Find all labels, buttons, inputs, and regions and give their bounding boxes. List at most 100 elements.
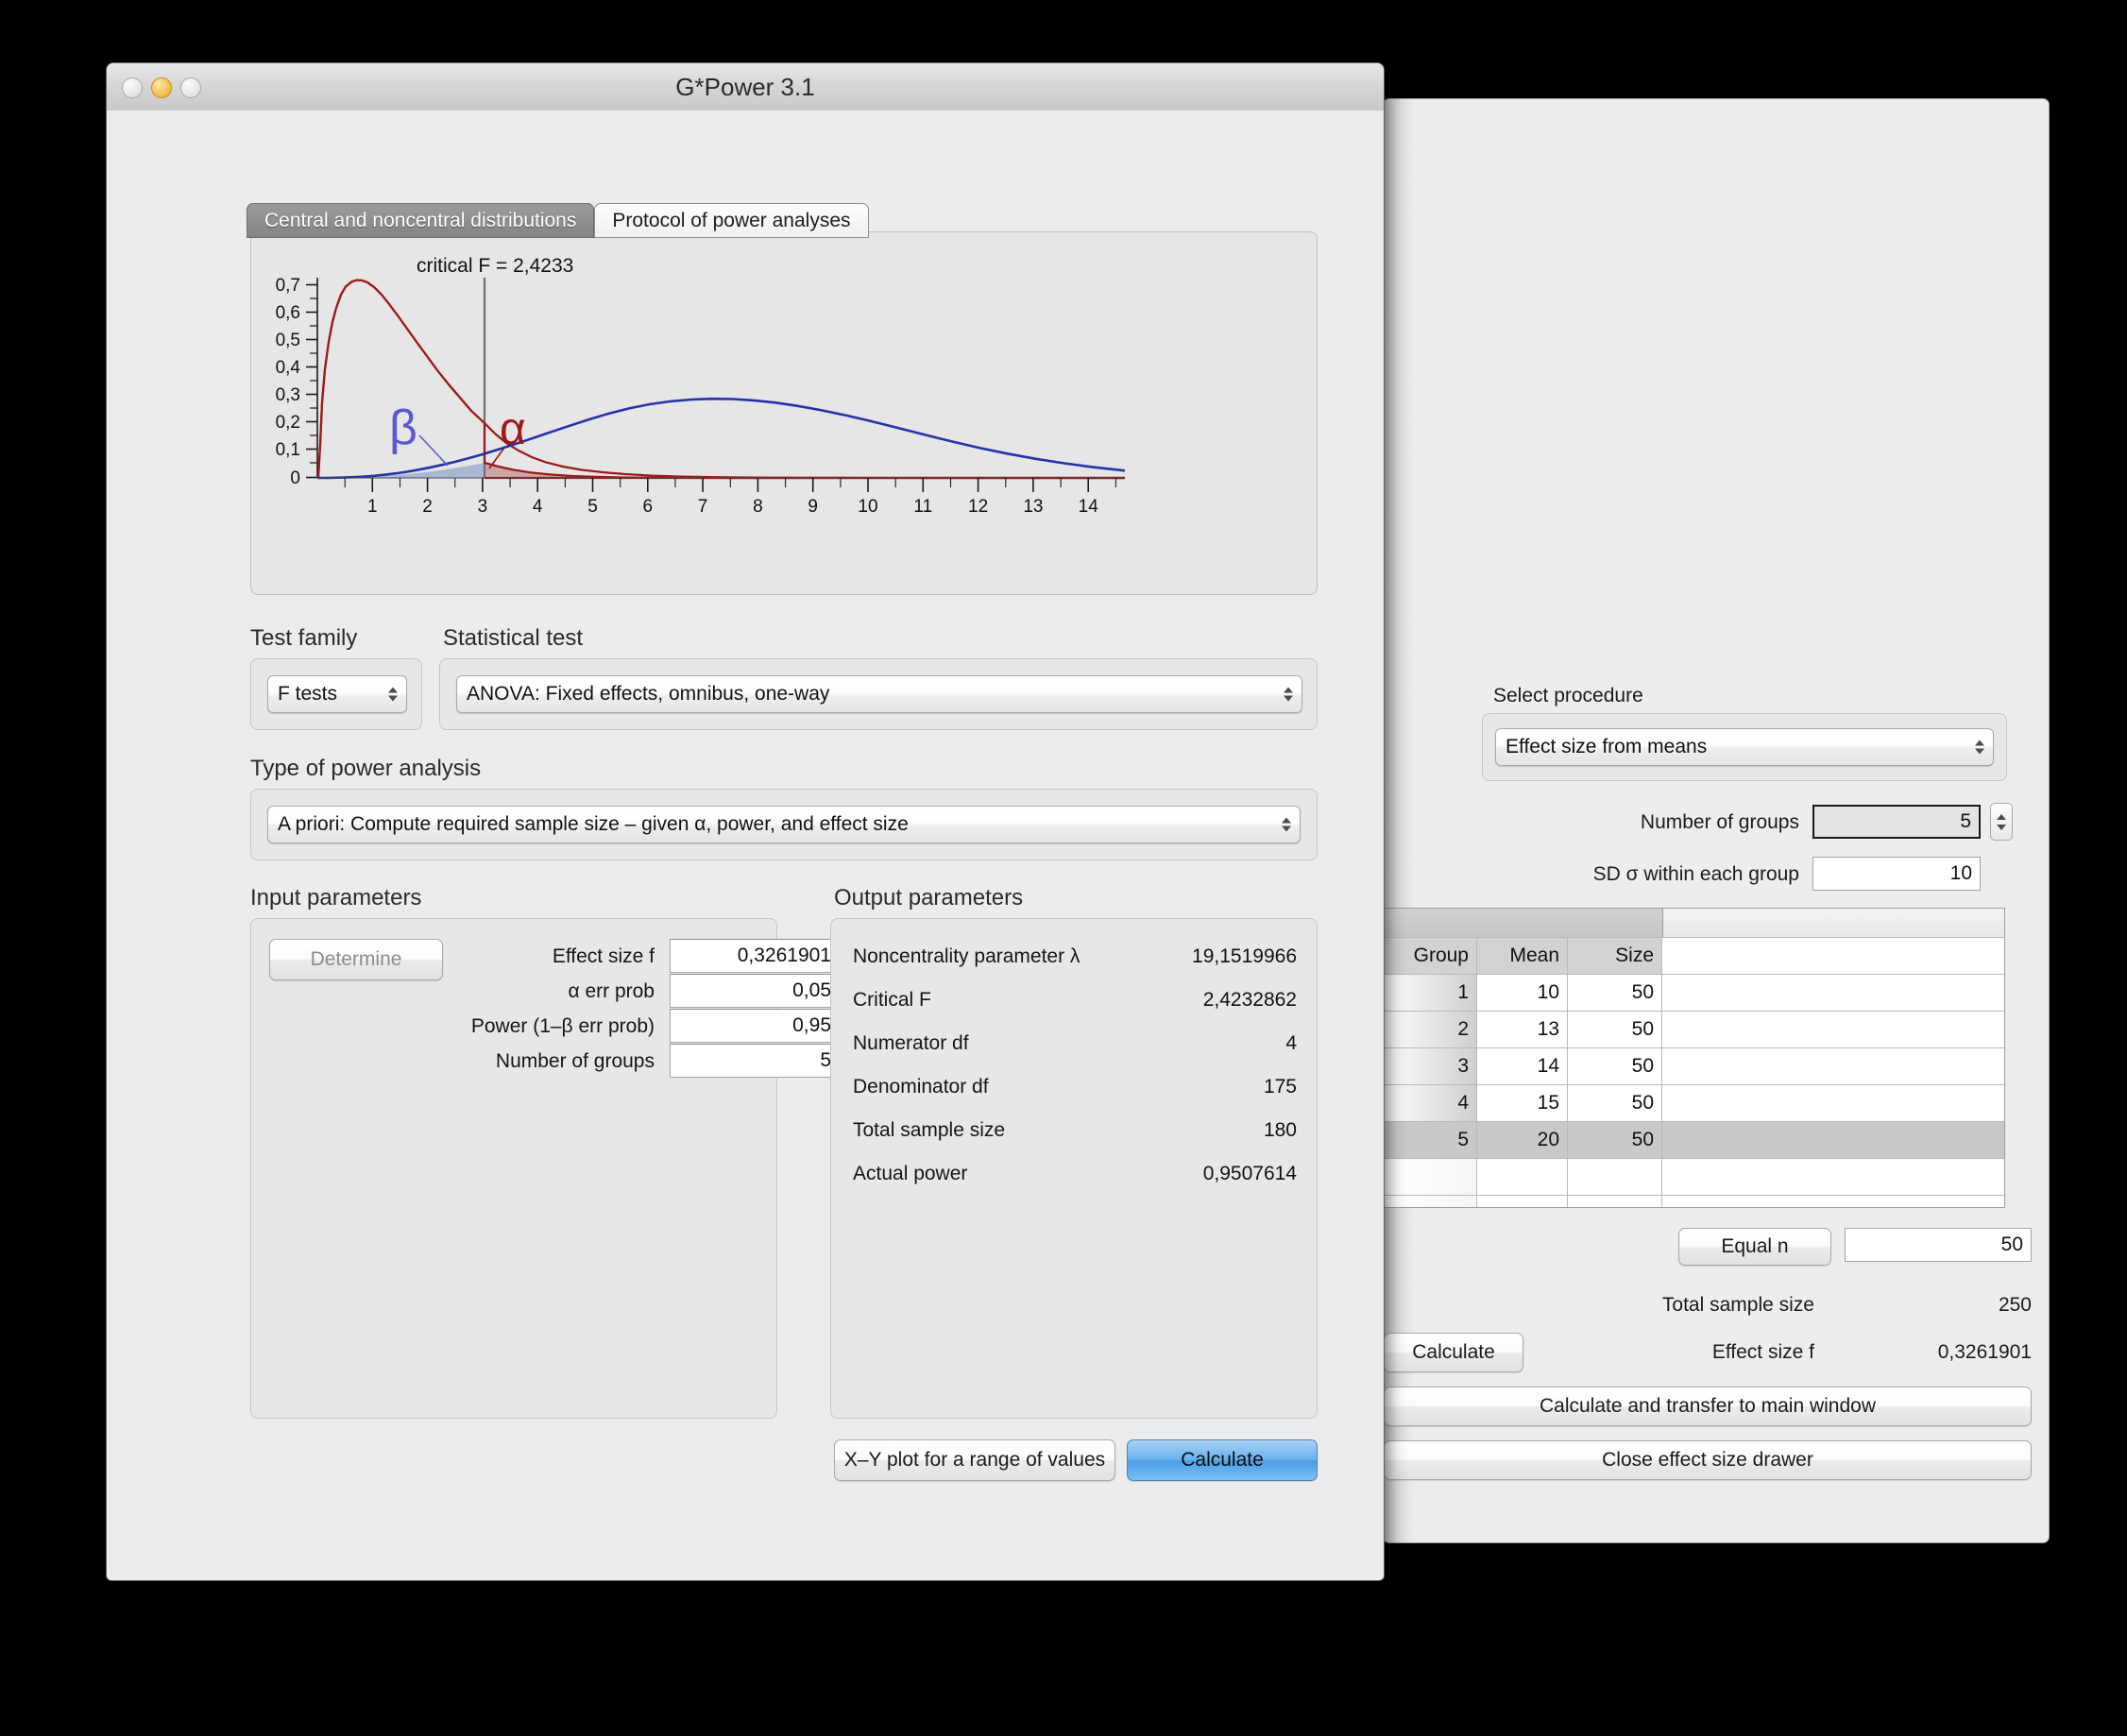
svg-text:1: 1 bbox=[367, 497, 378, 517]
svg-text:0,6: 0,6 bbox=[276, 303, 300, 323]
input-parameters-title: Input parameters bbox=[250, 885, 421, 911]
effect-size-drawer: Select procedure Effect size from means … bbox=[1383, 98, 2050, 1543]
procedure-select[interactable]: Effect size from means bbox=[1495, 728, 1994, 766]
equal-n-button[interactable]: Equal n bbox=[1678, 1228, 1831, 1266]
table-row[interactable]: 3 14 50 bbox=[1385, 1047, 2004, 1084]
tab-protocol-of-power-analyses[interactable]: Protocol of power analyses bbox=[594, 203, 868, 238]
procedure-select-value: Effect size from means bbox=[1506, 736, 1707, 758]
stepper-up-icon[interactable] bbox=[1997, 814, 2006, 820]
select-procedure-label: Select procedure bbox=[1493, 685, 1643, 707]
svg-text:0,4: 0,4 bbox=[276, 358, 301, 378]
calculate-and-transfer-button[interactable]: Calculate and transfer to main window bbox=[1384, 1387, 2032, 1426]
table-header-group: Group bbox=[1385, 938, 1477, 974]
number-of-groups-input[interactable]: 5 bbox=[670, 1044, 840, 1078]
cell-size[interactable]: 50 bbox=[1568, 1122, 1662, 1158]
power-label: Power (1–β err prob) bbox=[362, 1015, 655, 1038]
statistical-test-select[interactable]: ANOVA: Fixed effects, omnibus, one-way bbox=[456, 675, 1302, 713]
effect-size-f-input[interactable]: 0,3261901 bbox=[670, 939, 840, 973]
table-header-mean: Mean bbox=[1477, 938, 1568, 974]
total-sample-size-value: 180 bbox=[1089, 1119, 1297, 1142]
cell-mean[interactable]: 13 bbox=[1477, 1012, 1568, 1047]
group-means-table[interactable]: Group Mean Size 1 10 50 2 13 50 bbox=[1384, 908, 2005, 1208]
test-family-value: F tests bbox=[278, 683, 337, 706]
cell-group: 3 bbox=[1385, 1048, 1477, 1084]
power-analysis-type-label: Type of power analysis bbox=[250, 756, 481, 782]
screen: Select procedure Effect size from means … bbox=[0, 0, 2127, 1736]
svg-text:11: 11 bbox=[913, 497, 932, 517]
distribution-plot: 0,7 0,6 0,5 0,4 0,3 0,2 0,1 0 bbox=[251, 232, 1319, 596]
close-button[interactable] bbox=[122, 77, 143, 98]
table-row[interactable]: 1 10 50 bbox=[1385, 974, 2004, 1011]
table-row-empty[interactable] bbox=[1385, 1195, 2004, 1208]
actual-power-label: Actual power bbox=[853, 1163, 967, 1185]
distribution-plot-panel[interactable]: critical F = 2,4233 0,7 0,6 0,5 0,4 0,3 … bbox=[250, 231, 1318, 595]
window-controls[interactable] bbox=[122, 77, 201, 98]
table-caption-row bbox=[1385, 909, 2004, 937]
numerator-df-label: Numerator df bbox=[853, 1032, 969, 1055]
calculate-button[interactable]: Calculate bbox=[1127, 1439, 1318, 1481]
title-bar[interactable]: G*Power 3.1 bbox=[107, 63, 1384, 111]
svg-text:13: 13 bbox=[1023, 497, 1043, 517]
drawer-left-shade bbox=[1384, 99, 1416, 1542]
drawer-effect-size-value: 0,3261901 bbox=[1856, 1341, 2032, 1364]
chevron-updown-icon bbox=[388, 688, 398, 702]
window-content: Central and noncentral distributions Pro… bbox=[107, 111, 1384, 1580]
close-effect-size-drawer-button[interactable]: Close effect size drawer bbox=[1384, 1440, 2032, 1480]
svg-text:0,5: 0,5 bbox=[276, 331, 300, 350]
cell-size[interactable]: 50 bbox=[1568, 1048, 1662, 1084]
stepper-down-icon[interactable] bbox=[1997, 825, 2006, 830]
table-row[interactable]: 2 13 50 bbox=[1385, 1011, 2004, 1047]
critical-f-value: 2,4232862 bbox=[1089, 989, 1297, 1012]
drawer-calculate-button[interactable]: Calculate bbox=[1384, 1333, 1523, 1372]
test-family-label: Test family bbox=[250, 625, 357, 652]
svg-text:0,2: 0,2 bbox=[276, 413, 300, 433]
zoom-button[interactable] bbox=[180, 77, 201, 98]
table-row-empty[interactable] bbox=[1385, 1158, 2004, 1195]
svg-text:14: 14 bbox=[1079, 497, 1099, 517]
window-title: G*Power 3.1 bbox=[107, 63, 1384, 111]
cell-group: 2 bbox=[1385, 1012, 1477, 1047]
cell-size[interactable]: 50 bbox=[1568, 1085, 1662, 1121]
numerator-df-value: 4 bbox=[1089, 1032, 1297, 1055]
svg-text:0,1: 0,1 bbox=[276, 440, 300, 460]
cell-size[interactable]: 50 bbox=[1568, 1012, 1662, 1047]
chevron-updown-icon bbox=[1975, 740, 1984, 755]
denominator-df-value: 175 bbox=[1089, 1076, 1297, 1098]
svg-text:4: 4 bbox=[533, 497, 543, 517]
minimize-button[interactable] bbox=[151, 77, 172, 98]
tab-bar[interactable]: Central and noncentral distributions Pro… bbox=[247, 203, 869, 238]
power-analysis-type-select[interactable]: A priori: Compute required sample size –… bbox=[267, 806, 1301, 843]
output-parameters-title: Output parameters bbox=[834, 885, 1023, 911]
cell-mean[interactable]: 20 bbox=[1477, 1122, 1568, 1158]
cell-mean[interactable]: 10 bbox=[1477, 975, 1568, 1011]
alpha-err-prob-input[interactable]: 0,05 bbox=[670, 974, 840, 1008]
number-of-groups-stepper[interactable] bbox=[1990, 803, 2013, 841]
alpha-annotation: α bbox=[500, 404, 526, 454]
test-family-select[interactable]: F tests bbox=[267, 675, 407, 713]
critical-f-label: Critical F bbox=[853, 989, 931, 1012]
table-header-size: Size bbox=[1568, 938, 1662, 974]
table-row[interactable]: 4 15 50 bbox=[1385, 1084, 2004, 1121]
svg-text:7: 7 bbox=[698, 497, 708, 517]
cell-size[interactable]: 50 bbox=[1568, 975, 1662, 1011]
sd-within-group-input[interactable]: 10 bbox=[1812, 857, 1981, 891]
actual-power-value: 0,9507614 bbox=[1089, 1163, 1297, 1185]
cell-mean[interactable]: 15 bbox=[1477, 1085, 1568, 1121]
number-of-groups-input[interactable]: 5 bbox=[1812, 805, 1981, 839]
beta-region bbox=[317, 463, 485, 478]
cell-mean[interactable]: 14 bbox=[1477, 1048, 1568, 1084]
statistical-test-value: ANOVA: Fixed effects, omnibus, one-way bbox=[467, 683, 829, 706]
drawer-total-sample-size-label: Total sample size bbox=[1629, 1294, 1814, 1317]
cell-group: 5 bbox=[1385, 1122, 1477, 1158]
svg-text:0,3: 0,3 bbox=[276, 385, 300, 405]
effect-size-f-label: Effect size f bbox=[409, 945, 655, 968]
xy-plot-button[interactable]: X–Y plot for a range of values bbox=[834, 1439, 1115, 1481]
svg-text:2: 2 bbox=[422, 497, 433, 517]
equal-n-input[interactable]: 50 bbox=[1845, 1228, 2032, 1262]
table-row[interactable]: 5 20 50 bbox=[1385, 1121, 2004, 1158]
sd-within-group-label: SD σ within each group bbox=[1433, 863, 1799, 886]
table-header-row: Group Mean Size bbox=[1385, 937, 2004, 974]
drawer-total-sample-size-value: 250 bbox=[1884, 1294, 2032, 1317]
power-input[interactable]: 0,95 bbox=[670, 1009, 840, 1043]
tab-central-noncentral-distributions[interactable]: Central and noncentral distributions bbox=[247, 203, 594, 238]
